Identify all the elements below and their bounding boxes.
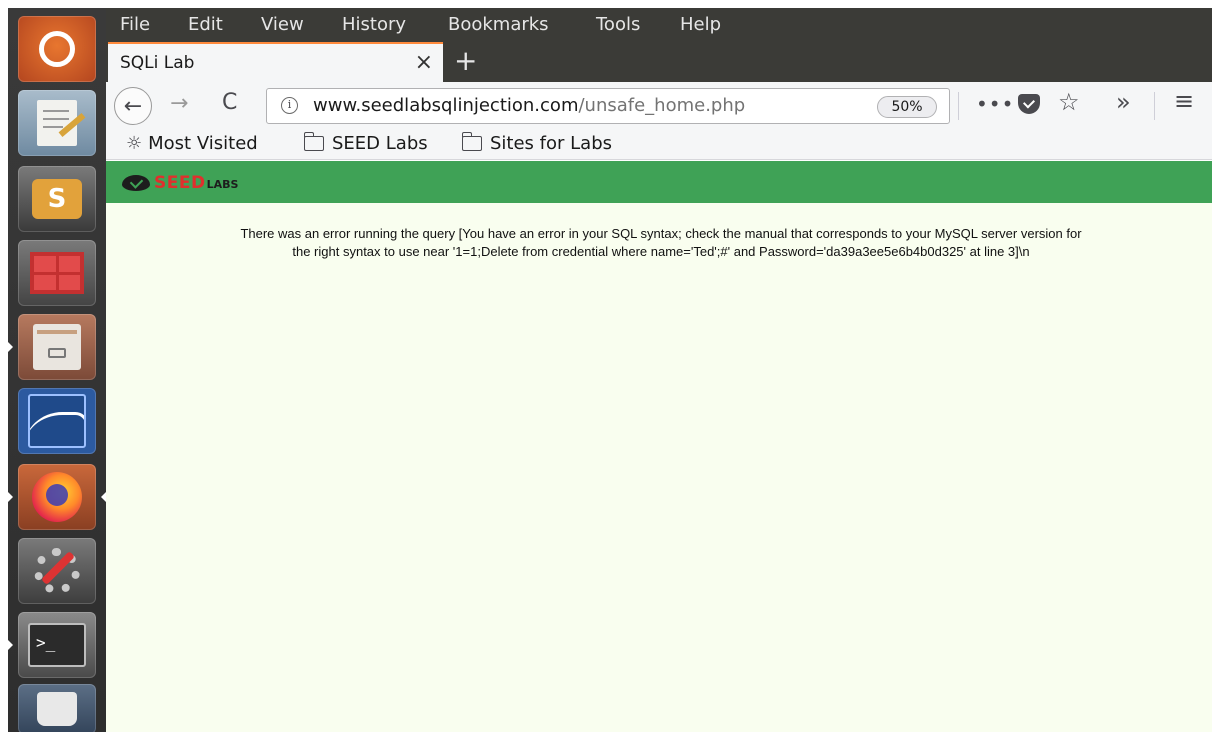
unity-launcher: S >_ <box>8 8 106 732</box>
running-indicator <box>8 342 13 352</box>
terminal-running-indicator <box>8 640 13 650</box>
toolbar-overflow-icon[interactable]: » <box>1116 88 1131 116</box>
navigation-toolbar: ← → C i www.seedlabsqlinjection.com/unsa… <box>106 82 1212 130</box>
hamburger-menu-icon[interactable]: ≡ <box>1174 87 1194 115</box>
seed-labs-header: SEED LABS <box>106 161 1212 203</box>
calculator-icon[interactable] <box>18 240 96 306</box>
terminal-icon[interactable]: >_ <box>18 612 96 678</box>
bookmark-star-icon[interactable]: ☆ <box>1058 88 1080 116</box>
folder-icon <box>461 132 482 151</box>
bookmarks-toolbar: ☼ Most Visited SEED Labs Sites for Labs <box>106 130 1212 160</box>
seed-logo-word: SEED <box>154 173 206 193</box>
site-info-icon[interactable]: i <box>281 97 298 114</box>
pocket-icon[interactable] <box>1018 94 1040 114</box>
bookmark-label: Most Visited <box>148 133 258 154</box>
seed-labs-logo[interactable]: SEED LABS <box>122 173 238 193</box>
page-content: There was an error running the query [Yo… <box>106 203 1212 732</box>
url-bar[interactable]: i www.seedlabsqlinjection.com/unsafe_hom… <box>266 88 950 124</box>
url-domain: www.seedlabsqlinjection.com <box>313 95 579 116</box>
forward-button[interactable]: → <box>170 91 188 116</box>
url-fade-overlay <box>787 91 847 121</box>
url-path: /unsafe_home.php <box>578 95 746 116</box>
bookmark-sites-for-labs[interactable]: Sites for Labs <box>461 132 612 154</box>
sql-error-message: There was an error running the query [Yo… <box>240 226 1082 259</box>
bookmark-label: Sites for Labs <box>490 133 612 154</box>
seed-logo-mark-icon <box>122 175 150 191</box>
firefox-running-indicator <box>8 492 13 502</box>
reload-button[interactable]: C <box>222 90 237 115</box>
bookmark-most-visited[interactable]: ☼ Most Visited <box>126 133 258 154</box>
tab-sqli-lab[interactable]: SQLi Lab × <box>108 42 443 82</box>
menu-bookmarks[interactable]: Bookmarks <box>448 14 549 35</box>
text-editor-icon[interactable] <box>18 90 96 156</box>
menu-history[interactable]: History <box>342 14 406 35</box>
tab-title: SQLi Lab <box>120 53 195 73</box>
back-button[interactable]: ← <box>114 87 152 125</box>
page-actions-menu-button[interactable]: ••• <box>976 92 1014 116</box>
menu-help[interactable]: Help <box>680 14 721 35</box>
menu-view[interactable]: View <box>261 14 304 35</box>
menu-file[interactable]: File <box>120 14 150 35</box>
zoom-level-button[interactable]: 50% <box>877 96 937 118</box>
trash-icon[interactable] <box>18 684 96 732</box>
menu-edit[interactable]: Edit <box>188 14 223 35</box>
browser-titlebar: File Edit View History Bookmarks Tools H… <box>106 8 1212 82</box>
menu-tools[interactable]: Tools <box>596 14 640 35</box>
toolbar-separator <box>958 92 959 120</box>
url-text[interactable]: www.seedlabsqlinjection.com/unsafe_home.… <box>313 95 833 116</box>
system-settings-icon[interactable] <box>18 538 96 604</box>
close-tab-icon[interactable]: × <box>415 50 433 75</box>
sublime-text-icon[interactable]: S <box>18 166 96 232</box>
firefox-icon[interactable] <box>18 464 96 530</box>
gear-icon: ☼ <box>126 133 143 154</box>
menu-bar: File Edit View History Bookmarks Tools H… <box>106 8 1212 42</box>
new-tab-icon[interactable]: + <box>454 44 477 77</box>
ubuntu-dash-icon[interactable] <box>18 16 96 82</box>
seed-logo-suffix: LABS <box>206 178 239 191</box>
bookmark-seed-labs[interactable]: SEED Labs <box>303 132 428 154</box>
bookmark-label: SEED Labs <box>332 133 428 154</box>
arrow-left-icon: ← <box>123 93 143 119</box>
file-manager-icon[interactable] <box>18 314 96 380</box>
toolbar-separator <box>1154 92 1155 120</box>
wireshark-icon[interactable] <box>18 388 96 454</box>
folder-icon <box>303 132 324 151</box>
